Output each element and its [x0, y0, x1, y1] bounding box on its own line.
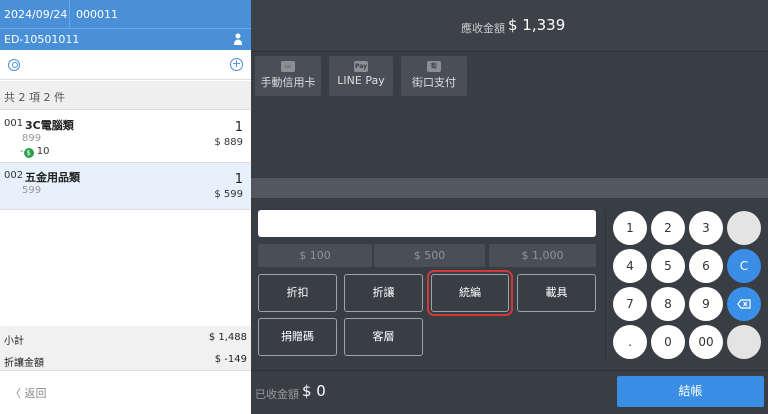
tax-id-button[interactable]: 統編 [427, 270, 513, 316]
discount-row: 折讓金額 $ -149 [0, 348, 251, 370]
key-6[interactable]: 6 [689, 249, 723, 283]
checkout-button[interactable]: 結帳 [617, 376, 764, 407]
staff-code: ED-10501011 [4, 33, 80, 46]
line-pay-icon: Pay [354, 61, 368, 72]
key-0[interactable]: 0 [651, 325, 685, 359]
line-pay-button[interactable]: Pay LINE Pay [329, 56, 393, 96]
list-item[interactable]: 001 3C電腦類 899 1 $ 889 - $ 10 [0, 111, 251, 163]
backspace-icon [737, 299, 751, 309]
key-7[interactable]: 7 [613, 287, 647, 321]
amount-due-value: $ 1,339 [508, 16, 566, 34]
item-amount: $ 599 [214, 189, 243, 200]
divider-bar [251, 178, 768, 198]
key-blank[interactable] [727, 325, 761, 359]
payment-methods: ▭ 手動信用卡 Pay LINE Pay 街 街口支付 [251, 52, 768, 178]
item-qty: 1 [234, 172, 243, 187]
item-discount: - $ 10 [20, 146, 50, 158]
item-price: 899 [22, 133, 42, 144]
key-3[interactable]: 3 [689, 211, 723, 245]
quick-amount-100[interactable]: $ 100 [258, 244, 372, 267]
key-5[interactable]: 5 [651, 249, 685, 283]
payment-panel: 應收金額 $ 1,339 ▭ 手動信用卡 Pay LINE Pay 街 街口支付… [251, 0, 768, 414]
item-no: 001 [4, 118, 24, 129]
item-qty: 1 [234, 120, 243, 135]
item-amount: $ 889 [214, 137, 243, 148]
customer-segment-button[interactable]: 客層 [344, 318, 423, 356]
list-item[interactable]: 002 五金用品類 599 1 $ 599 [0, 163, 251, 210]
divider [69, 0, 70, 28]
jkopay-icon: 街 [427, 61, 441, 72]
subtotal-row: 小計 $ 1,488 [0, 326, 251, 348]
order-seq: 000011 [76, 8, 118, 21]
amount-input[interactable] [258, 210, 596, 237]
clear-key[interactable]: C [727, 249, 761, 283]
order-header: 2024/09/24 000011 [0, 0, 251, 28]
key-dot[interactable]: . [613, 325, 647, 359]
payment-label: 手動信用卡 [260, 76, 316, 89]
person-icon[interactable] [233, 32, 243, 46]
subtotal-value: $ 1,488 [208, 332, 247, 343]
item-no: 002 [4, 170, 24, 181]
key-blank[interactable] [727, 211, 761, 245]
allowance-button[interactable]: 折讓 [344, 274, 423, 312]
key-8[interactable]: 8 [651, 287, 685, 321]
item-name: 五金用品類 [25, 171, 80, 184]
subtotal-label: 小計 [4, 336, 24, 347]
key-4[interactable]: 4 [613, 249, 647, 283]
divider [605, 210, 606, 360]
staff-bar: ED-10501011 [0, 28, 251, 50]
item-count: 共 2 項 2 件 [0, 81, 251, 110]
member-icon[interactable] [8, 59, 20, 71]
item-price: 599 [22, 185, 42, 196]
discount-coin-icon: $ [23, 148, 34, 158]
discount-button[interactable]: 折扣 [258, 274, 337, 312]
carrier-button[interactable]: 載具 [517, 274, 596, 312]
amount-due-label: 應收金額 [461, 22, 505, 35]
key-00[interactable]: 00 [689, 325, 723, 359]
jkopay-button[interactable]: 街 街口支付 [401, 56, 467, 96]
amount-due-bar: 應收金額 $ 1,339 [251, 0, 768, 52]
payment-label: LINE Pay [337, 74, 385, 87]
discount-total: $ -149 [214, 354, 247, 365]
paid-value: $ 0 [302, 382, 326, 400]
backspace-key[interactable] [727, 287, 761, 321]
paid-bar: 已收金額 $ 0 結帳 [251, 370, 768, 414]
key-2[interactable]: 2 [651, 211, 685, 245]
donation-code-button[interactable]: 捐贈碼 [258, 318, 337, 356]
paid-label: 已收金額 [255, 388, 299, 401]
discount-label: 折讓金額 [4, 358, 44, 369]
add-member-icon[interactable]: + [230, 58, 243, 71]
customer-bar: + [0, 52, 251, 80]
manual-credit-card-button[interactable]: ▭ 手動信用卡 [255, 56, 321, 96]
order-date: 2024/09/24 [4, 8, 68, 21]
back-button[interactable]: 〈 返回 [0, 370, 251, 414]
order-panel: 2024/09/24 000011 ED-10501011 + 共 2 項 2 … [0, 0, 251, 414]
key-9[interactable]: 9 [689, 287, 723, 321]
quick-amount-500[interactable]: $ 500 [374, 244, 485, 267]
item-name: 3C電腦類 [25, 119, 74, 132]
back-label: 〈 返回 [10, 387, 47, 400]
credit-card-icon: ▭ [281, 61, 295, 72]
payment-label: 街口支付 [412, 76, 456, 89]
key-1[interactable]: 1 [613, 211, 647, 245]
quick-amount-1000[interactable]: $ 1,000 [489, 244, 596, 267]
discount-value: 10 [36, 146, 50, 157]
